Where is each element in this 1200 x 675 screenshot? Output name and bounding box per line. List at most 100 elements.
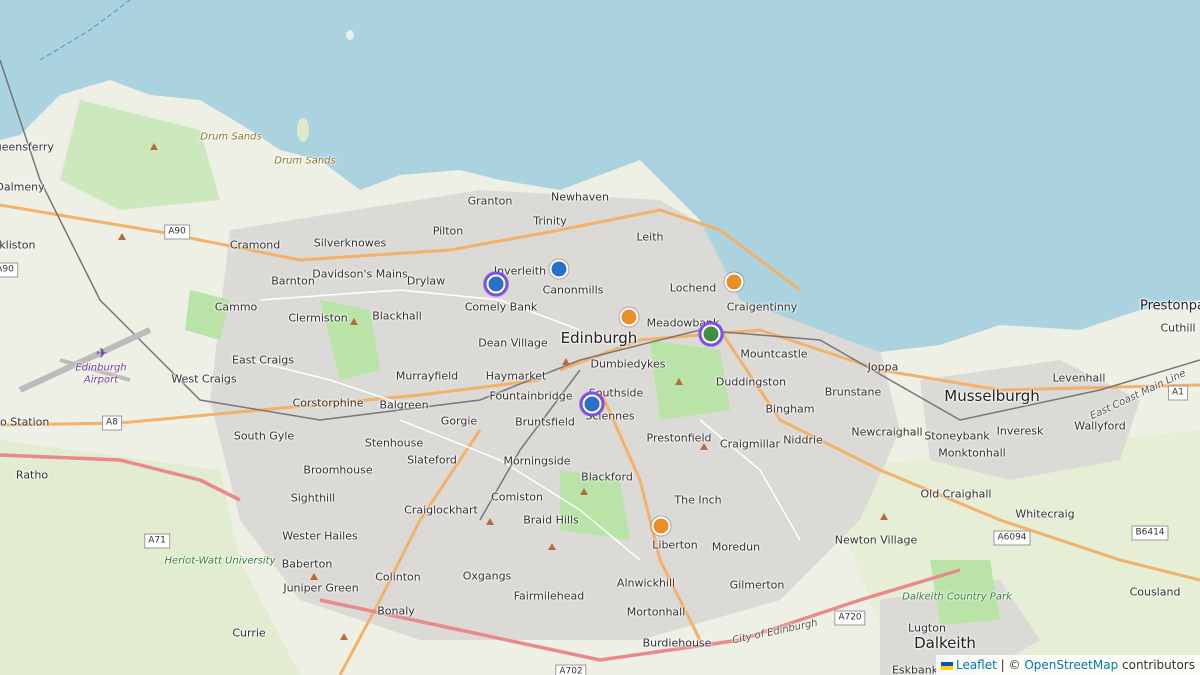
place-label-joppa: Joppa bbox=[867, 360, 899, 374]
road-shield-a6094: A6094 bbox=[993, 530, 1031, 546]
place-label-cramond: Cramond bbox=[229, 238, 281, 252]
place-label-lochend: Lochend bbox=[669, 281, 717, 295]
sands-label-2: Drum Sands bbox=[274, 155, 336, 167]
place-label-kirkliston: Kirkliston bbox=[0, 238, 36, 252]
place-label-newhaven: Newhaven bbox=[551, 190, 609, 204]
marker-sciennes-selected[interactable] bbox=[582, 394, 602, 414]
marker-inverleith-selected[interactable] bbox=[486, 274, 506, 294]
place-label-mortonhall: Mortonhall bbox=[626, 605, 686, 619]
place-label-barnton: Barnton bbox=[271, 274, 315, 288]
place-label-fairmilehead: Fairmilehead bbox=[513, 589, 585, 603]
place-label-alnwickhill: Alnwickhill bbox=[616, 576, 676, 590]
marker-liberton[interactable] bbox=[651, 516, 671, 536]
place-label-ratho: Ratho bbox=[15, 468, 49, 482]
place-label-burdiehouse: Burdiehouse bbox=[642, 636, 712, 650]
marker-abbeyhill[interactable] bbox=[619, 307, 639, 327]
place-label-murrayfield: Murrayfield bbox=[395, 369, 459, 383]
place-label-silverknowes: Silverknowes bbox=[313, 236, 387, 250]
place-label-old-craighall: Old Craighall bbox=[920, 487, 992, 501]
ukraine-flag-icon bbox=[940, 661, 953, 670]
place-label-wester-hailes: Wester Hailes bbox=[282, 529, 358, 543]
place-label-duddingston: Duddingston bbox=[715, 375, 787, 389]
place-label-dean-village: Dean Village bbox=[478, 336, 548, 350]
place-label-baberton: Baberton bbox=[281, 557, 333, 571]
place-label-granton: Granton bbox=[467, 194, 513, 208]
place-label-mountcastle: Mountcastle bbox=[740, 347, 808, 361]
place-label-slateford: Slateford bbox=[407, 453, 457, 467]
park-label-dalkeith-country-park: Dalkeith Country Park bbox=[902, 591, 1012, 603]
sands-label-1: Drum Sands bbox=[200, 131, 262, 143]
place-label-west-craigs: West Craigs bbox=[171, 372, 237, 386]
place-label-prestonpans: Prestonpans bbox=[1140, 298, 1200, 314]
airport-label-line1: Edinburgh bbox=[75, 362, 127, 374]
place-label-ratho-station: Ratho Station bbox=[0, 415, 50, 429]
marker-meadowbank-selected[interactable] bbox=[701, 324, 721, 344]
map-canvas[interactable]: ✈ Queensferry Dalmeny Kirkliston Cramond Sil… bbox=[0, 0, 1200, 675]
road-shield-a702: A702 bbox=[555, 664, 587, 675]
place-label-gorgie: Gorgie bbox=[440, 414, 478, 428]
place-label-davidson-s-mains: Davidson's Mains bbox=[312, 267, 408, 281]
town-label-dalkeith: Dalkeith bbox=[914, 634, 976, 652]
park-label-heriot-watt-university: Heriot-Watt University bbox=[164, 555, 276, 567]
place-label-balgreen: Balgreen bbox=[379, 398, 429, 412]
place-label-comiston: Comiston bbox=[491, 490, 543, 504]
place-label-south-gyle: South Gyle bbox=[233, 429, 295, 443]
place-label-stenhouse: Stenhouse bbox=[364, 436, 424, 450]
place-label-corstorphine: Corstorphine bbox=[292, 396, 364, 410]
place-label-pilton: Pilton bbox=[432, 224, 464, 238]
place-label-craigmillar: Craigmillar bbox=[719, 437, 781, 451]
svg-text:✈: ✈ bbox=[96, 346, 108, 362]
road-shield-a90: A90 bbox=[164, 224, 190, 240]
place-label-niddrie: Niddrie bbox=[783, 433, 823, 447]
place-label-haymarket: Haymarket bbox=[485, 369, 547, 383]
place-label-gilmerton: Gilmerton bbox=[729, 578, 785, 592]
place-label-moredun: Moredun bbox=[711, 540, 761, 554]
road-shield-a90: A90 bbox=[0, 262, 18, 278]
town-label-edinburgh: Edinburgh bbox=[560, 329, 638, 347]
place-label-craigentinny: Craigentinny bbox=[726, 300, 798, 314]
place-label-blackford: Blackford bbox=[581, 470, 633, 484]
road-shield-b6414: B6414 bbox=[1131, 525, 1169, 541]
place-label-colinton: Colinton bbox=[375, 570, 421, 584]
place-label-liberton: Liberton bbox=[652, 538, 698, 552]
place-label-newton-village: Newton Village bbox=[834, 533, 918, 547]
place-label-oxgangs: Oxgangs bbox=[462, 569, 512, 583]
place-label-cuthill: Cuthill bbox=[1160, 321, 1196, 335]
place-label-bonaly: Bonaly bbox=[377, 604, 415, 618]
road-shield-a8: A8 bbox=[102, 415, 122, 431]
place-label-cousland: Cousland bbox=[1129, 585, 1181, 599]
place-label-monktonhall: Monktonhall bbox=[938, 446, 1006, 460]
place-label-brunstane: Brunstane bbox=[824, 385, 882, 399]
place-label-craiglockhart: Craiglockhart bbox=[404, 503, 478, 517]
place-label-clermiston: Clermiston bbox=[288, 311, 348, 325]
road-shield-a720: A720 bbox=[834, 610, 866, 626]
road-shield-a71: A71 bbox=[144, 533, 170, 549]
place-label-prestonfield: Prestonfield bbox=[646, 431, 712, 445]
place-label-levenhall: Levenhall bbox=[1052, 371, 1106, 385]
openstreetmap-link[interactable]: OpenStreetMap bbox=[1024, 658, 1118, 672]
place-label-east-craigs: East Craigs bbox=[232, 353, 294, 367]
place-label-canonmills: Canonmills bbox=[542, 283, 604, 297]
road-shield-a1: A1 bbox=[1168, 385, 1188, 401]
leaflet-link[interactable]: Leaflet bbox=[956, 658, 997, 672]
place-label-the-inch: The Inch bbox=[674, 493, 722, 507]
map-attribution: Leaflet | © OpenStreetMap contributors bbox=[935, 655, 1200, 675]
place-label-cammo: Cammo bbox=[214, 300, 258, 314]
airport-label-line2: Airport bbox=[83, 374, 119, 386]
place-label-leith: Leith bbox=[636, 230, 664, 244]
place-label-newcraighall: Newcraighall bbox=[851, 425, 923, 439]
place-label-stoneybank: Stoneybank bbox=[924, 429, 990, 443]
place-label-trinity: Trinity bbox=[533, 214, 567, 228]
place-label-bingham: Bingham bbox=[765, 402, 815, 416]
marker-craigentinny[interactable] bbox=[724, 272, 744, 292]
place-label-lugton: Lugton bbox=[908, 621, 946, 635]
place-label-blackhall: Blackhall bbox=[372, 309, 422, 323]
place-label-bruntsfield: Bruntsfield bbox=[515, 415, 575, 429]
place-label-eskbank: Eskbank bbox=[891, 663, 939, 675]
place-label-broomhouse: Broomhouse bbox=[303, 463, 373, 477]
town-label-musselburgh: Musselburgh bbox=[944, 387, 1040, 405]
place-label-wallyford: Wallyford bbox=[1074, 419, 1126, 433]
place-label-morningside: Morningside bbox=[503, 454, 571, 468]
attribution-separator: | © bbox=[1000, 658, 1021, 672]
marker-canonmills[interactable] bbox=[549, 259, 569, 279]
